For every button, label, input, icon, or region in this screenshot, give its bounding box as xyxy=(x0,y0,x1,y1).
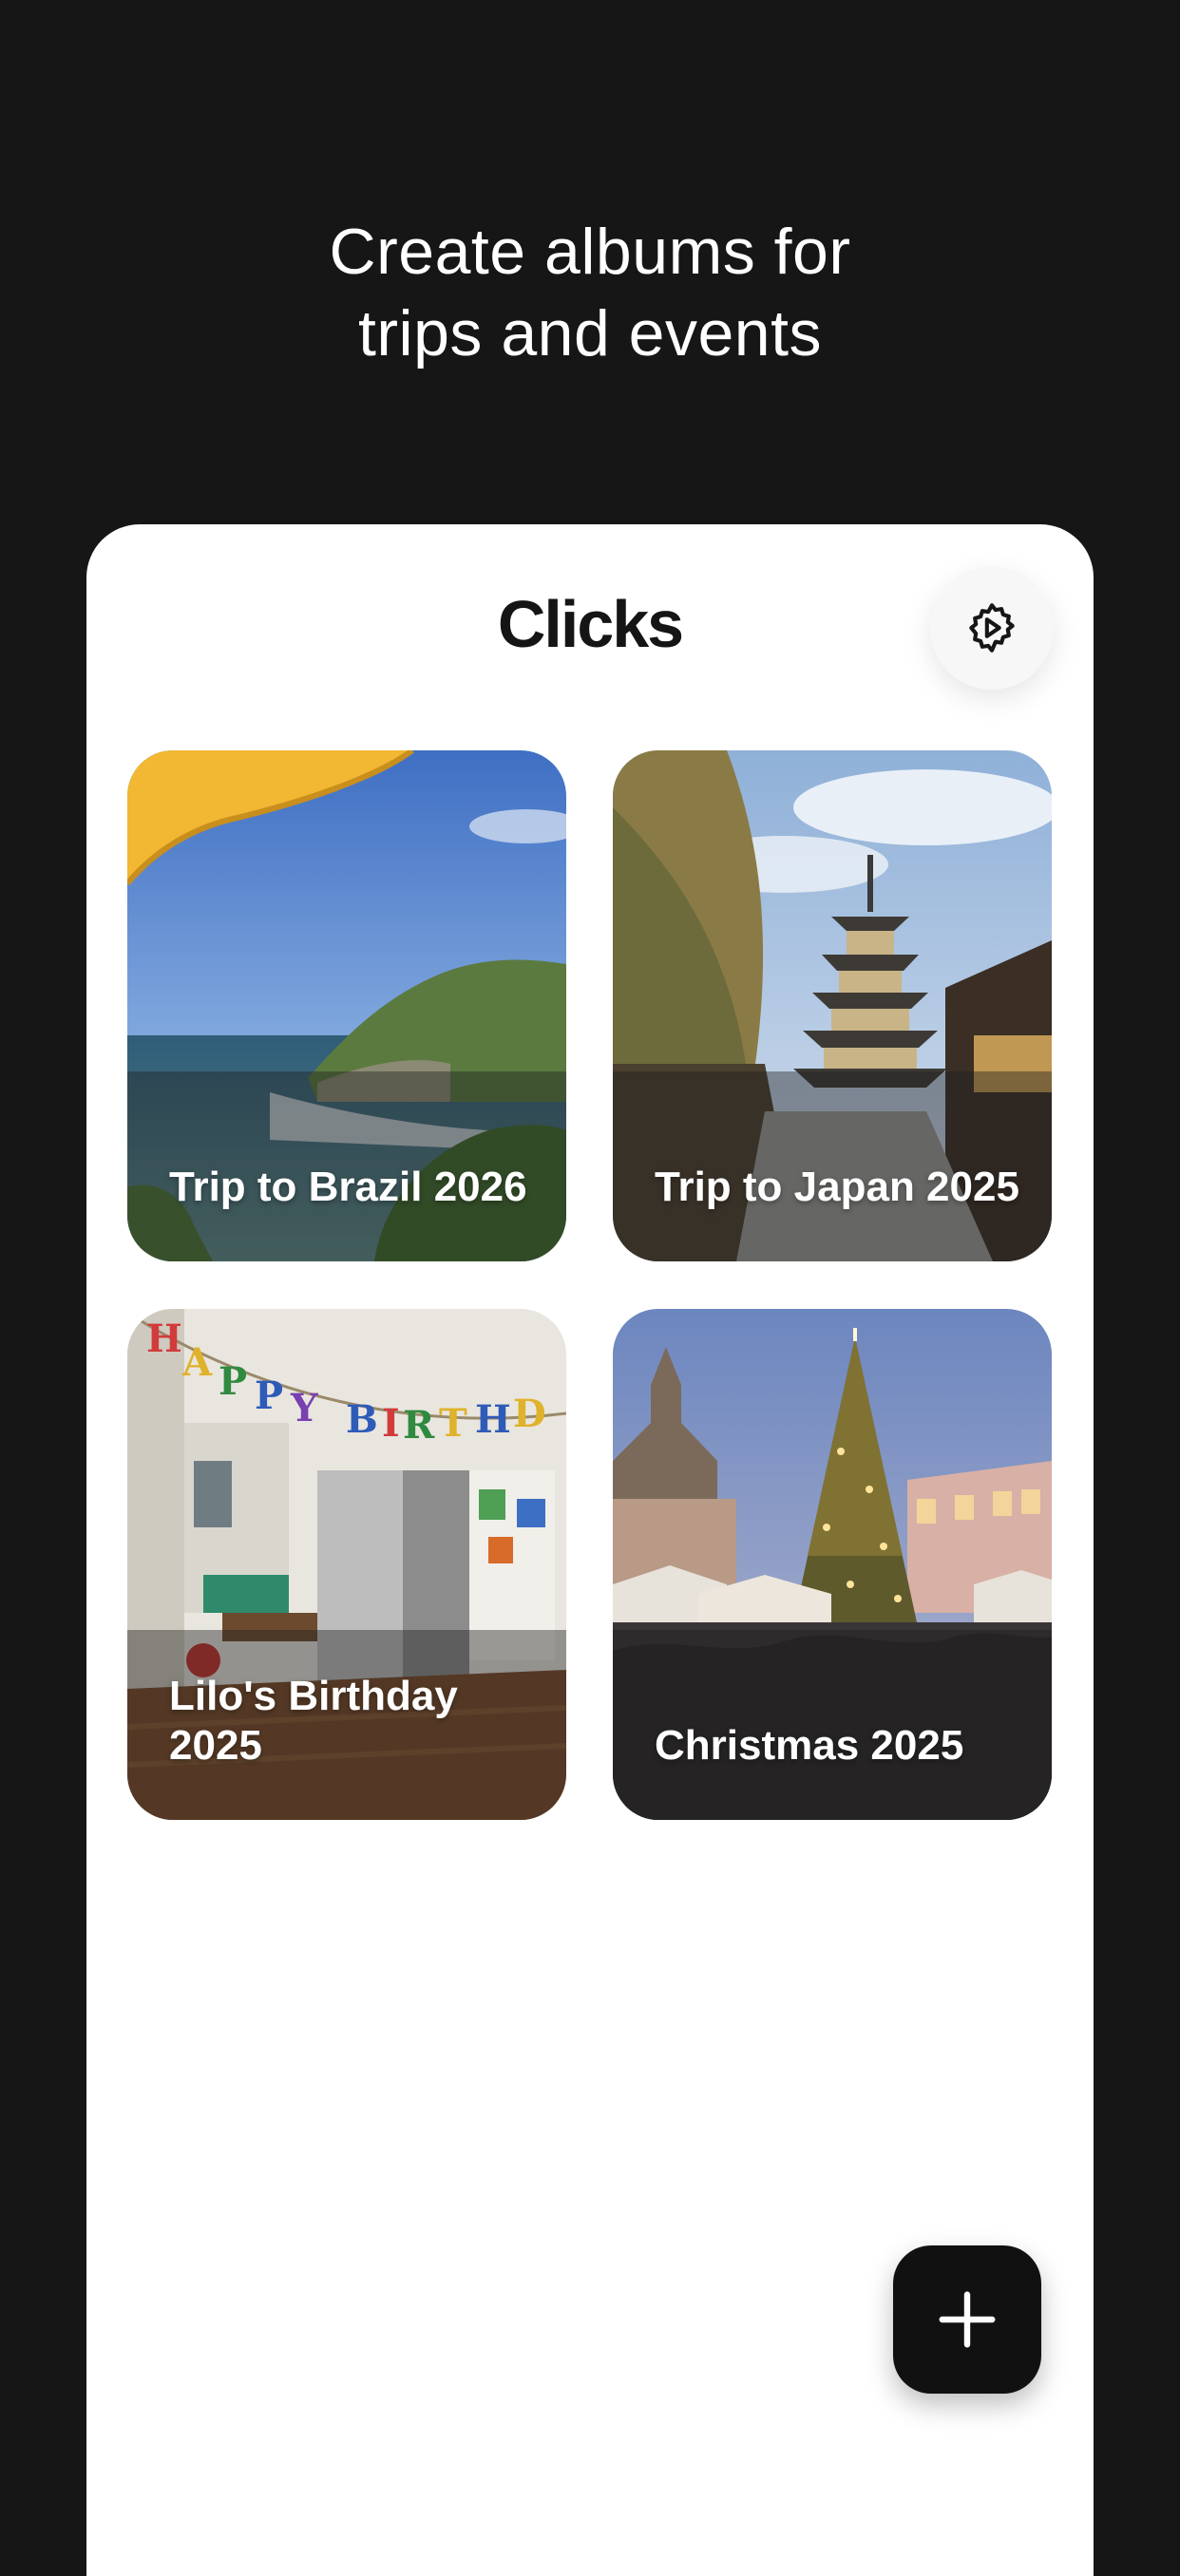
svg-text:I: I xyxy=(382,1401,400,1446)
svg-text:P: P xyxy=(219,1359,247,1404)
svg-text:A: A xyxy=(181,1340,213,1385)
plus-icon xyxy=(939,2291,996,2348)
settings-gear-icon xyxy=(969,603,1015,653)
album-title: Christmas 2025 xyxy=(655,1722,964,1769)
svg-text:H: H xyxy=(475,1397,511,1442)
app-screen: Clicks Trip to Brazil 2026 Trip to Japan… xyxy=(86,524,1094,2576)
svg-text:H: H xyxy=(146,1316,182,1361)
promo-headline-line2: trips and events xyxy=(357,297,823,369)
settings-button[interactable] xyxy=(930,566,1054,690)
svg-text:T: T xyxy=(439,1401,467,1446)
add-album-button[interactable] xyxy=(893,2245,1041,2394)
promo-headline: Create albums for trips and events xyxy=(0,211,1180,374)
svg-text:Y: Y xyxy=(290,1386,318,1430)
svg-text:D: D xyxy=(513,1392,546,1436)
svg-text:R: R xyxy=(403,1403,435,1448)
svg-text:P: P xyxy=(255,1373,283,1418)
album-title: Lilo's Birthday 2025 xyxy=(169,1673,458,1769)
album-card-birthday[interactable]: H A P P Y B I R T H D Lilo's Birthday 20… xyxy=(127,1309,566,1820)
svg-text:B: B xyxy=(346,1397,378,1442)
album-title: Trip to Brazil 2026 xyxy=(169,1164,527,1210)
album-card-christmas[interactable]: Christmas 2025 xyxy=(613,1309,1052,1820)
album-card-brazil[interactable]: Trip to Brazil 2026 xyxy=(127,750,566,1261)
album-title: Trip to Japan 2025 xyxy=(655,1164,1019,1210)
promo-headline-line1: Create albums for xyxy=(329,216,851,288)
album-card-japan[interactable]: Trip to Japan 2025 xyxy=(613,750,1052,1261)
